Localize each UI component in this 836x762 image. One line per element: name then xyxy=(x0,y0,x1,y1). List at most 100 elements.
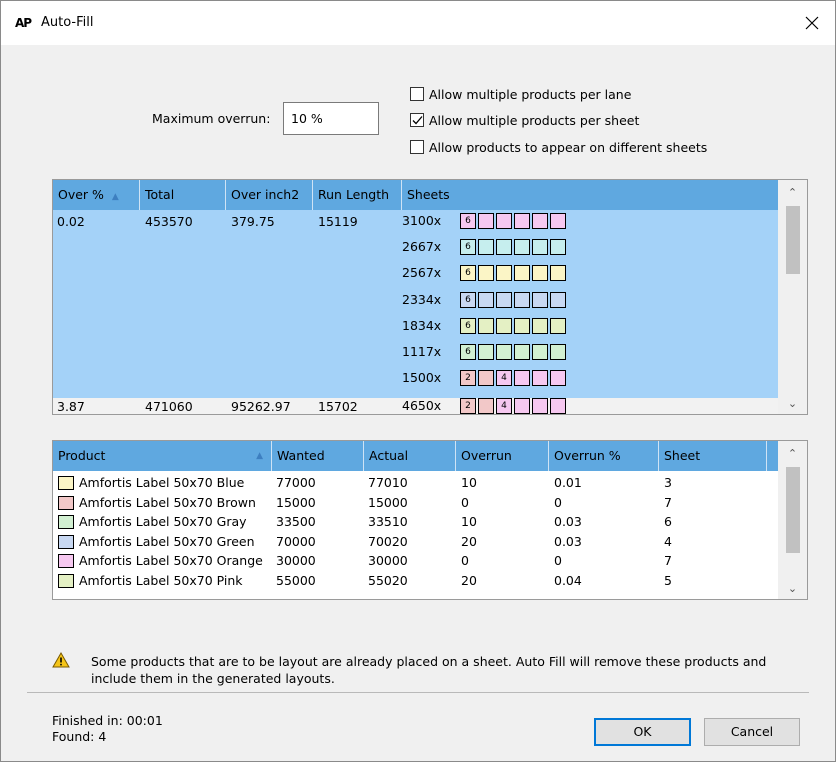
layout-row[interactable]: 0.02 453570 379.75 15119 3100x 6 2667x 6 256… xyxy=(53,210,779,398)
sheet-slot: 6 xyxy=(460,213,476,229)
product-name-cell: Amfortis Label 50x70 Gray xyxy=(79,514,247,529)
sheet-count: 2567x xyxy=(402,265,442,281)
product-overrun-pct-cell: 0.03 xyxy=(554,514,582,529)
max-overrun-input[interactable] xyxy=(283,102,379,135)
checkbox-multiple-per-lane[interactable]: Allow multiple products per lane xyxy=(410,85,631,103)
close-button[interactable] xyxy=(789,1,835,45)
sheet-slot xyxy=(550,398,566,414)
divider xyxy=(27,692,809,693)
total-cell: 453570 xyxy=(145,214,193,229)
product-overrun-pct-cell: 0.04 xyxy=(554,572,582,588)
product-actual-cell: 55020 xyxy=(368,572,408,588)
max-overrun-label: Maximum overrun: xyxy=(152,111,271,126)
product-row[interactable]: Amfortis Label 50x70 Gray 33500 33510 10 0.0… xyxy=(53,512,779,532)
sheet-slot xyxy=(550,370,566,387)
product-actual-cell: 30000 xyxy=(368,553,408,568)
sheet-count: 4650x xyxy=(402,398,442,413)
column-header-sheet[interactable]: Sheet xyxy=(659,441,767,471)
sheet-slot xyxy=(514,213,530,229)
sheet-slot xyxy=(496,344,512,360)
checkbox-label: Allow multiple products per sheet xyxy=(429,112,640,128)
warning-icon xyxy=(52,652,70,668)
product-actual-cell: 77010 xyxy=(368,475,408,490)
product-overrun-cell: 10 xyxy=(461,514,477,529)
sheet-slot xyxy=(478,291,494,308)
products-scrollbar[interactable]: ⌃ ⌄ xyxy=(778,441,807,599)
product-overrun-cell: 20 xyxy=(461,572,477,588)
product-overrun-pct-cell: 0 xyxy=(554,553,562,568)
product-row[interactable]: Amfortis Label 50x70 Brown 15000 15000 0 0 7 xyxy=(53,493,779,513)
column-header-overrun[interactable]: Overrun xyxy=(456,441,549,471)
product-overrun-cell: 0 xyxy=(461,494,469,510)
sheet-count: 3100x xyxy=(402,213,442,228)
product-overrun-pct-cell: 0.01 xyxy=(554,475,582,490)
sheet-slot xyxy=(532,213,548,229)
sheet-slot xyxy=(532,239,548,256)
column-header-wanted[interactable]: Wanted xyxy=(272,441,364,471)
column-header-sheets[interactable]: Sheets xyxy=(402,180,779,210)
scroll-up-icon[interactable]: ⌃ xyxy=(778,186,807,199)
color-swatch xyxy=(58,554,74,568)
product-wanted-cell: 70000 xyxy=(276,533,316,549)
sheet-count: 1117x xyxy=(402,344,442,359)
checkbox-multiple-per-sheet[interactable]: Allow multiple products per sheet xyxy=(410,111,639,129)
scroll-down-icon[interactable]: ⌄ xyxy=(778,397,807,410)
layouts-scrollbar[interactable]: ⌃ ⌄ xyxy=(778,180,807,414)
product-row[interactable]: Amfortis Label 50x70 Blue 77000 77010 10 0.0… xyxy=(53,473,779,493)
sheet-slot xyxy=(496,317,512,334)
sheet-line: 1834x 6 xyxy=(402,315,568,337)
sheet-slot xyxy=(478,344,494,360)
close-icon xyxy=(805,16,819,30)
column-header-run-length[interactable]: Run Length xyxy=(313,180,402,210)
checkmark-icon xyxy=(412,116,423,125)
sheet-slot xyxy=(514,317,530,334)
checkbox-box[interactable] xyxy=(410,140,424,154)
product-name-cell: Amfortis Label 50x70 Blue xyxy=(79,475,245,490)
product-wanted-cell: 33500 xyxy=(276,514,316,529)
sheet-slot xyxy=(496,265,512,282)
column-header-actual[interactable]: Actual xyxy=(364,441,456,471)
scroll-up-icon[interactable]: ⌃ xyxy=(778,447,807,460)
column-header-over-inch2[interactable]: Over inch2 xyxy=(226,180,313,210)
checkbox-different-sheets[interactable]: Allow products to appear on different sh… xyxy=(410,138,707,156)
product-actual-cell: 33510 xyxy=(368,514,408,529)
layouts-grid[interactable]: Over % ▲ Total Over inch2 Run Length Shee… xyxy=(52,179,808,415)
sheet-slot xyxy=(550,213,566,229)
found-count-text: Found: 4 xyxy=(52,729,107,744)
product-row[interactable]: Amfortis Label 50x70 Pink 55000 55020 20 0.0… xyxy=(53,571,779,591)
checkbox-box[interactable] xyxy=(410,113,424,127)
color-swatch xyxy=(58,515,74,529)
products-grid[interactable]: Product ▲ Wanted Actual Overrun Overrun %… xyxy=(52,440,808,600)
sort-ascending-icon: ▲ xyxy=(256,451,263,461)
sheet-slot xyxy=(478,265,494,282)
scroll-thumb[interactable] xyxy=(786,467,800,553)
scroll-thumb[interactable] xyxy=(786,206,800,274)
product-sheet-cell: 3 xyxy=(664,475,672,490)
product-overrun-pct-cell: 0 xyxy=(554,494,562,510)
product-row[interactable]: Amfortis Label 50x70 Orange 30000 30000 0 0 7 xyxy=(53,551,779,571)
run-length-cell: 15702 xyxy=(318,399,358,414)
column-header-overrun-pct[interactable]: Overrun % xyxy=(549,441,659,471)
sheet-slot: 6 xyxy=(460,239,476,256)
product-sheet-cell: 7 xyxy=(664,494,672,510)
layout-row[interactable]: 3.87 471060 95262.97 15702 4650x 2 4 xyxy=(53,398,779,414)
sheet-count: 1834x xyxy=(402,317,442,333)
title-bar: AP Auto-Fill xyxy=(1,1,835,45)
column-header-over-pct[interactable]: Over % ▲ xyxy=(53,180,140,210)
sheet-slot xyxy=(550,344,566,360)
product-row[interactable]: Amfortis Label 50x70 Green 70000 70020 20 0.… xyxy=(53,532,779,552)
sheet-slot xyxy=(496,213,512,229)
sheet-slot: 6 xyxy=(460,317,476,334)
checkbox-box[interactable] xyxy=(410,87,424,101)
product-wanted-cell: 55000 xyxy=(276,572,316,588)
ok-button[interactable]: OK xyxy=(594,718,691,746)
layouts-header: Over % ▲ Total Over inch2 Run Length Shee… xyxy=(53,180,779,210)
scroll-down-icon[interactable]: ⌄ xyxy=(778,582,807,595)
column-header-product[interactable]: Product ▲ xyxy=(53,441,272,471)
cancel-button[interactable]: Cancel xyxy=(704,718,800,746)
sheet-slot: 6 xyxy=(460,344,476,360)
product-wanted-cell: 77000 xyxy=(276,475,316,490)
column-header-total[interactable]: Total xyxy=(140,180,226,210)
sheet-slot xyxy=(550,265,566,282)
run-length-cell: 15119 xyxy=(318,214,358,229)
